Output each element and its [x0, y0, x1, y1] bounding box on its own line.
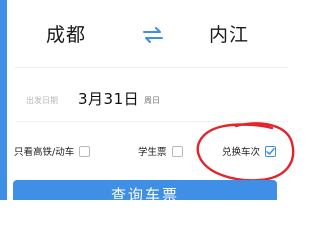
weekday-label: 周日	[144, 96, 160, 105]
from-station[interactable]: 成都	[46, 20, 86, 50]
option-exchange-label: 兑换车次	[222, 147, 261, 158]
ticket-search-screen: 成都 内江 出发日期 3月31日 周日 只看高铁/动车 学生票 兑换车次 查询车…	[0, 0, 300, 200]
option-exchange[interactable]: 兑换车次	[222, 144, 277, 158]
exchange-checkbox[interactable]	[265, 145, 277, 157]
divider	[15, 67, 288, 68]
checkmark-icon	[266, 147, 275, 155]
date-label: 出发日期	[26, 96, 58, 105]
swap-stations-button[interactable]	[138, 22, 168, 48]
option-gaotie-label: 只看高铁/动车	[14, 147, 75, 158]
search-tickets-button[interactable]: 查询车票	[13, 180, 277, 200]
option-student[interactable]: 学生票	[138, 144, 183, 158]
divider	[15, 121, 288, 122]
departure-date[interactable]: 3月31日	[78, 88, 139, 109]
option-student-label: 学生票	[138, 147, 167, 158]
left-accent-strip	[0, 0, 7, 200]
to-station[interactable]: 内江	[209, 20, 249, 50]
option-gaotie[interactable]: 只看高铁/动车	[14, 144, 91, 158]
gaotie-checkbox[interactable]	[79, 145, 91, 157]
student-checkbox[interactable]	[171, 145, 183, 157]
swap-arrows-icon	[143, 27, 163, 43]
